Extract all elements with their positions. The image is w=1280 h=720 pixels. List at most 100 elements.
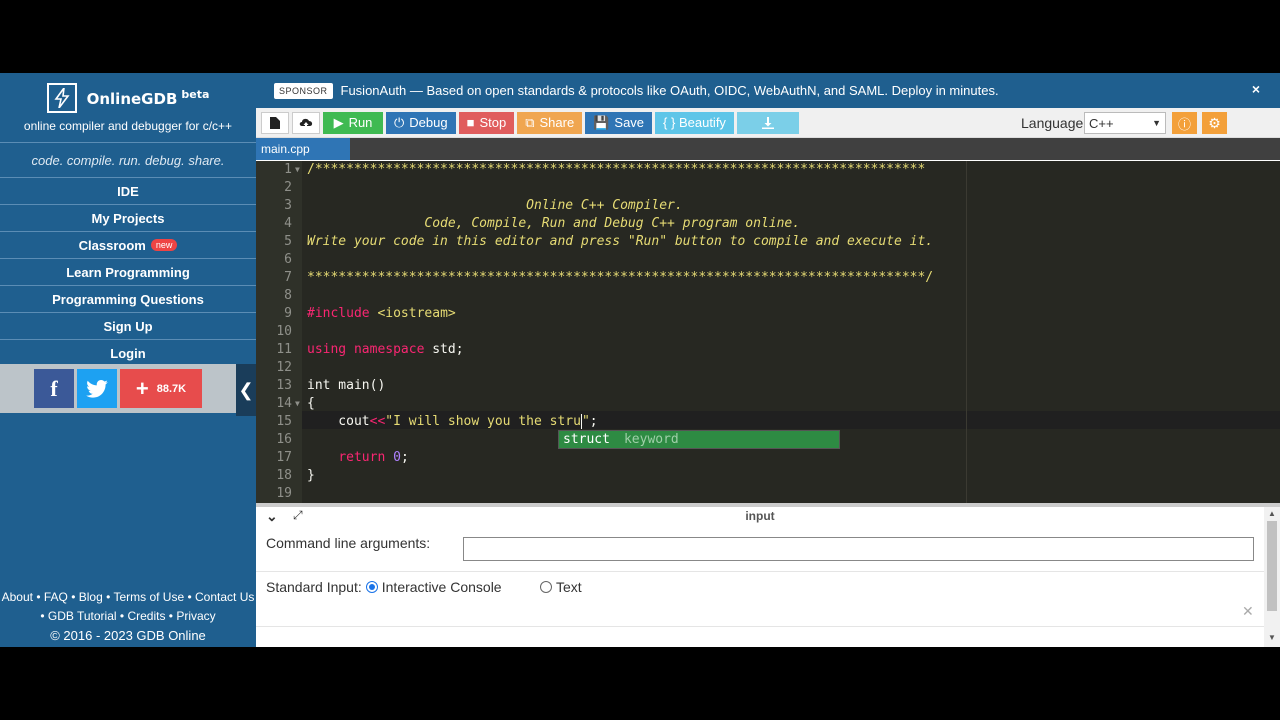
language-select[interactable]: C++ ▼ <box>1084 112 1166 134</box>
code-line-5: Write your code in this editor and press… <box>307 234 934 249</box>
nav-item-sign-up[interactable]: Sign Up <box>0 312 256 339</box>
close-icon[interactable]: ✕ <box>1242 603 1254 620</box>
beautify-button[interactable]: { } Beautify <box>655 111 734 134</box>
footer-link-credits[interactable]: Credits <box>127 609 165 623</box>
brand: OnlineGDB beta online compiler and debugg… <box>0 73 256 142</box>
social-bar: f +88.7K <box>0 364 236 413</box>
code-editor[interactable]: 1 ▼ 2 3 4 5 6 7 8 9 10 11 12 13 14 ▼ 15 16 17 18 19 /*******… <box>256 161 1280 503</box>
line-number: 13 <box>276 378 292 393</box>
line-number: 9 <box>284 306 292 321</box>
fold-arrow-icon[interactable]: ▼ <box>295 161 300 179</box>
nav-item-login[interactable]: Login <box>0 339 256 366</box>
scroll-thumb[interactable] <box>1267 521 1277 611</box>
command-line-label: Command line arguments: <box>266 535 431 551</box>
run-button[interactable]: ▶ Run <box>323 111 383 134</box>
text-option-label[interactable]: Text <box>556 579 582 595</box>
lightning-logo-icon[interactable] <box>46 82 77 113</box>
footer-link-privacy[interactable]: Privacy <box>176 609 215 623</box>
footer-link-gdb-tutorial[interactable]: GDB Tutorial <box>48 609 117 623</box>
line-number: 18 <box>276 468 292 483</box>
footer-link-faq[interactable]: FAQ <box>44 590 68 604</box>
footer-link-terms[interactable]: Terms of Use <box>113 590 184 604</box>
nav-label: IDE <box>117 183 139 199</box>
radio-interactive-console[interactable] <box>365 581 378 593</box>
share-count-button[interactable]: +88.7K <box>120 369 202 408</box>
nav-item-classroom[interactable]: Classroom new <box>0 231 256 258</box>
standard-input-label: Standard Input: <box>266 579 362 595</box>
new-badge: new <box>150 239 178 251</box>
footer-link-blog[interactable]: Blog <box>79 590 103 604</box>
share-button[interactable]: ⧉ Share <box>517 111 583 134</box>
upload-button[interactable] <box>292 111 320 134</box>
sidebar: OnlineGDB beta online compiler and debugg… <box>0 73 256 647</box>
info-button[interactable]: ⓘ <box>1172 112 1197 134</box>
collapse-sidebar-button[interactable]: ❮ <box>236 364 256 416</box>
run-label: Run <box>348 115 373 130</box>
footer-links: About • FAQ • Blog • Terms of Use • Cont… <box>1 590 255 643</box>
fold-arrow-icon[interactable]: ▼ <box>295 395 300 413</box>
code-line-9: #include <iostream> <box>307 306 456 321</box>
divider <box>256 571 1264 572</box>
line-number: 10 <box>276 324 292 339</box>
input-panel-header: ⌄ ⤢ input <box>256 507 1280 525</box>
sponsor-bar[interactable]: SPONSOR FusionAuth — Based on open stand… <box>256 73 1280 108</box>
settings-button[interactable]: ⚙ <box>1202 112 1227 134</box>
language-label: Language <box>1021 115 1084 131</box>
new-file-button[interactable] <box>261 111 289 134</box>
brand-name-link[interactable]: OnlineGDB beta <box>87 88 210 108</box>
play-icon: ▶ <box>333 114 344 130</box>
stop-button[interactable]: ■ Stop <box>458 111 515 134</box>
command-line-input[interactable] <box>463 537 1254 561</box>
debug-button[interactable]: ⏻ Debug <box>386 111 456 134</box>
info-icon: ⓘ <box>1177 116 1191 132</box>
nav-item-my-projects[interactable]: My Projects <box>0 204 256 231</box>
scroll-down-icon[interactable]: ▼ <box>1268 633 1276 642</box>
beautify-label: { } Beautify <box>663 115 726 130</box>
nav-label: Programming Questions <box>52 291 204 307</box>
line-number: 1 <box>284 162 292 177</box>
nav-item-programming-questions[interactable]: Programming Questions <box>0 285 256 312</box>
floppy-icon: 💾 <box>593 114 610 130</box>
line-number: 17 <box>276 450 292 465</box>
scrollbar[interactable]: ▲ ▼ <box>1264 507 1280 647</box>
footer-link-about[interactable]: About <box>2 590 33 604</box>
interactive-console-label[interactable]: Interactive Console <box>382 579 502 595</box>
stop-icon: ■ <box>466 115 475 130</box>
facebook-icon: f <box>50 375 58 401</box>
divider <box>256 626 1264 627</box>
code-line-18: } <box>307 468 315 483</box>
share-label: Share <box>539 115 575 130</box>
main-area: SPONSOR FusionAuth — Based on open stand… <box>256 73 1280 647</box>
standard-input-row: Standard Input: Interactive Console <box>266 579 502 595</box>
facebook-button[interactable]: f <box>34 369 74 408</box>
twitter-button[interactable] <box>77 369 117 408</box>
scroll-up-icon[interactable]: ▲ <box>1268 509 1276 518</box>
print-margin <box>966 161 967 503</box>
radio-text[interactable] <box>540 581 552 593</box>
nav-label: Learn Programming <box>66 264 190 280</box>
tagline: code. compile. run. debug. share. <box>0 142 256 177</box>
brand-subtitle: online compiler and debugger for c/c++ <box>23 118 233 133</box>
footer-link-contact[interactable]: Contact Us <box>195 590 254 604</box>
autocomplete-word: struct <box>563 432 610 447</box>
tab-main-cpp[interactable]: main.cpp <box>256 138 350 160</box>
toolbar: ▶ Run ⏻ Debug ■ Stop ⧉ Share 💾 Save { } Beaut… <box>256 108 1280 138</box>
gear-icon: ⚙ <box>1208 114 1221 131</box>
autocomplete-suggestion[interactable]: struct keyword <box>558 430 840 449</box>
line-number: 3 <box>284 198 292 213</box>
brand-name: OnlineGDB <box>86 89 178 108</box>
input-panel: ⌄ ⤢ input Command line arguments: Standa… <box>256 503 1280 647</box>
line-number: 6 <box>284 252 292 267</box>
download-button[interactable] <box>736 111 799 134</box>
close-icon[interactable]: × <box>1252 81 1260 97</box>
nav-label: Login <box>110 345 146 361</box>
sponsor-tag: SPONSOR <box>274 82 333 99</box>
download-icon <box>761 116 774 129</box>
nav-item-learn-programming[interactable]: Learn Programming <box>0 258 256 285</box>
share-count: 88.7K <box>156 382 187 395</box>
save-button[interactable]: 💾 Save <box>585 111 653 134</box>
nav-item-ide[interactable]: IDE <box>0 177 256 204</box>
text-option: Text <box>536 579 582 595</box>
line-number: 15 <box>276 414 292 429</box>
code-line-7: ****************************************… <box>307 270 934 285</box>
